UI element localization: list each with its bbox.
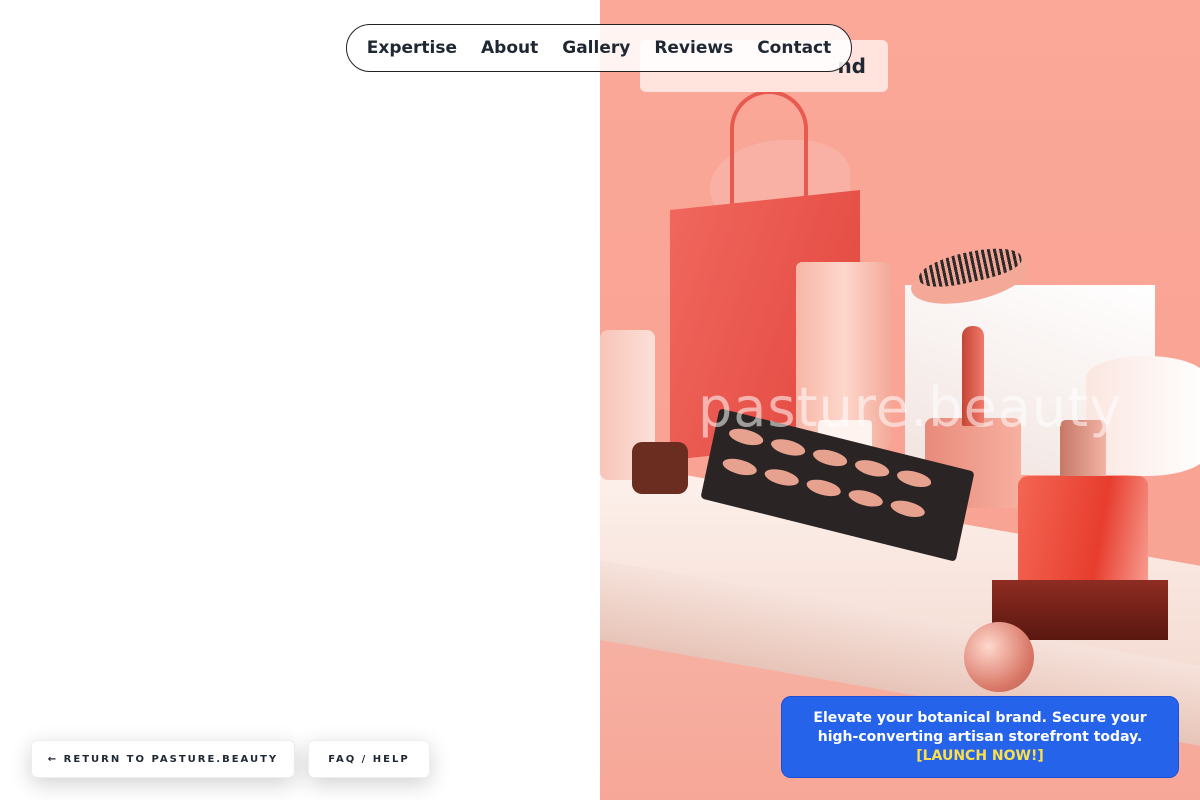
promo-banner[interactable]: Elevate your botanical brand. Secure you… — [781, 696, 1179, 778]
palette-pan — [805, 476, 843, 500]
decor-sphere — [964, 622, 1034, 692]
nav-contact[interactable]: Contact — [757, 38, 831, 58]
main-nav: Expertise About Gallery Reviews Contact — [346, 24, 852, 72]
palette-pan — [811, 446, 849, 470]
small-jar — [632, 442, 688, 494]
page: pasture.beauty nd Expertise About Galler… — [0, 0, 1200, 800]
promo-text: Elevate your botanical brand. Secure you… — [813, 710, 1147, 745]
return-button[interactable]: ← RETURN TO PASTURE.BEAUTY — [31, 740, 295, 778]
palette-pan — [895, 467, 933, 491]
nav-gallery[interactable]: Gallery — [562, 38, 630, 58]
launch-now-link[interactable]: [LAUNCH NOW!] — [916, 748, 1044, 764]
palette-pan — [889, 497, 927, 521]
brand-watermark: pasture.beauty — [698, 376, 1123, 439]
palette-pan — [853, 457, 891, 480]
palette-pan — [769, 436, 807, 459]
nav-reviews[interactable]: Reviews — [654, 38, 733, 58]
palette-pan — [847, 487, 885, 510]
left-pane — [0, 0, 600, 800]
nav-expertise[interactable]: Expertise — [367, 38, 457, 58]
nav-about[interactable]: About — [481, 38, 538, 58]
hero-image: pasture.beauty — [600, 0, 1200, 800]
palette-pan — [721, 455, 759, 479]
palette-pan — [763, 466, 801, 489]
faq-help-button[interactable]: FAQ / HELP — [308, 740, 430, 778]
